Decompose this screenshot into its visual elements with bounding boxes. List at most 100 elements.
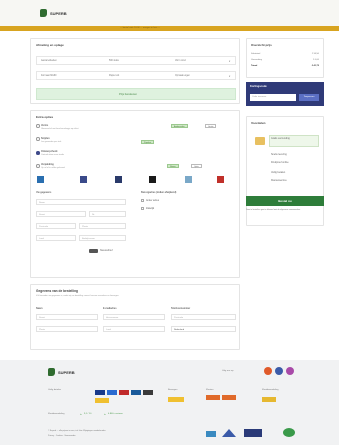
ups-icon [222,395,236,400]
billing-desc: Vul hieronder uw gegevens in, zodat wij … [36,295,120,297]
star-icon: ★ [80,414,82,416]
name-field[interactable]: Naam [36,199,126,205]
billing-country-select[interactable]: Nederland [171,326,236,332]
pinterest-icon[interactable] [286,367,294,375]
config-cell: Vorm rond [175,60,186,62]
config-cell: Papier wit [109,75,120,77]
config-cell: Formaat 60x60 [41,75,57,77]
usp-item: Klantenservice [271,179,287,182]
newsletter-label: Nieuwsbrief [100,249,113,252]
option-radio-varnish[interactable] [36,124,40,128]
option-radio-cut[interactable] [36,137,40,141]
business-checkbox[interactable] [141,207,144,210]
color-swatch[interactable] [37,176,44,183]
summary-line: Subtotaal € 34,50 [251,53,319,55]
billing-card: Gegevens van de bestelling Vul hieronder… [30,284,240,350]
billing-country-label: Land [103,326,165,332]
option-desc: Glanzend of mat beschermlaagje op etiket [41,128,79,130]
promo-code-input[interactable]: Code invoeren [250,94,296,101]
billing-col-label: E-mailadres [103,307,117,310]
social-label: Volg ons op [222,370,234,372]
rating-inline-label: Klantbeoordeling [48,413,65,415]
option-radio-packaging[interactable] [36,164,40,168]
apply-code-button[interactable]: Toepassen [299,94,319,101]
summary-title: Overzicht prijs [251,43,272,47]
billing-housenr-field[interactable]: Huisnummer [103,314,165,320]
usp-item: Snelle levering [271,153,287,156]
color-swatch[interactable] [217,176,224,183]
option-label: Snijden [41,137,50,140]
config-cell: Opmaak eigen [175,75,190,77]
delivery-title: Bezorgadres (indien afwijkend) [141,191,177,194]
country-field[interactable]: Land [36,235,76,241]
billing-postcode-field[interactable]: Postcode [171,314,236,320]
ideal-icon [95,390,105,395]
city-field[interactable]: Plaats [79,223,126,229]
product-card: Afmeting en oplage Aantal etiketten 500 … [30,38,240,104]
config-cell: 500 stuks [109,60,119,62]
rating-title: Klantbeoordeling [262,389,279,391]
legal-note: Door te bestellen gaat u akkoord met de … [246,209,301,211]
option-radio-designcheck[interactable] [36,151,40,155]
chevron-down-icon: ▾ [229,76,231,78]
main-column: Afmeting en oplage Aantal etiketten 500 … [30,38,240,350]
footer-links[interactable]: Privacy · Cookies · Voorwaarden [48,435,76,437]
number-field[interactable]: Nr. [89,211,126,217]
business-label: Zakelijk [146,207,155,210]
color-swatch[interactable] [115,176,122,183]
leaf-badge-icon [283,428,295,437]
paypal-icon [143,390,153,395]
calculate-price-button[interactable]: Prijs berekenen [36,88,236,100]
config-row-1[interactable]: Aantal etiketten 500 stuks Vorm rond ▾ [36,56,236,65]
partner-icon [244,429,262,437]
mastercard-icon [119,390,129,395]
option-desc: Op rol of in vellen geleverd [41,167,65,169]
billing-street-field[interactable]: Straat [36,314,98,320]
billing-city-field[interactable]: Plaats [36,326,98,332]
option-badge: Optie [191,164,202,168]
popular-badge: Populair [141,140,155,144]
color-swatch[interactable] [185,176,192,183]
promo-strip: — bestel vóór 16:00 — morgen in huis — [0,26,339,31]
site-footer: SUPERB Volg ons op Veilig betalen Bezorg… [0,360,339,445]
product-card-title: Afmeting en oplage [36,43,64,47]
option-desc: Los gesneden per stuk [41,141,62,143]
alt-address-checkbox[interactable] [141,199,144,202]
rating-score: 9,1 / 10 [84,413,92,415]
option-label: Verpakking [41,163,54,166]
color-swatch[interactable] [149,176,156,183]
new-badge: Nieuw [167,164,179,168]
promo-code-box: Kortingscode Code invoeren Toepassen [246,82,324,106]
street-field[interactable]: Straat [36,211,86,217]
trust-icon [206,431,216,437]
instagram-icon[interactable] [264,367,272,375]
site-logo[interactable]: SUPERB [40,9,67,17]
alt-address-label: Ander adres [146,199,160,202]
facebook-icon[interactable] [275,367,283,375]
dhl-icon [206,395,220,400]
option-label: Vernis [41,124,49,127]
footer-logo-text: SUPERB [58,369,75,375]
promo-text: — bestel vóór 16:00 — morgen in huis — [120,27,161,29]
usp-item: Veilig betalen [271,171,286,174]
reviews-count: 4.800+ reviews [108,413,123,415]
usp-item: Gratis verzending [271,137,290,140]
promo-label: Kortingscode [250,85,267,88]
star-icon: ★ [104,414,106,416]
footer-logo[interactable]: SUPERB [48,368,75,376]
company-field[interactable]: Bedrijfsnaam [79,235,126,241]
summary-column: Overzicht prijs Subtotaal € 34,50 Verzend… [246,38,324,226]
free-badge: Gratis [205,124,217,128]
house-icon [222,429,236,437]
color-swatch[interactable] [80,176,87,183]
chevron-down-icon: ▾ [229,61,231,63]
bancontact-icon [131,390,141,395]
postcode-field[interactable]: Postcode [36,223,76,229]
newsletter-toggle[interactable] [89,249,98,253]
config-row-2[interactable]: Formaat 60x60 Papier wit Opmaak eigen ▾ [36,71,236,80]
config-cell: Aantal etiketten [41,60,57,62]
delivery-title: Bezorgen [168,389,178,391]
order-now-button[interactable]: Bestel nu [246,196,324,206]
customers-title: Klanten [206,389,214,391]
billing-col-label: Telefoonnummer [171,307,191,310]
